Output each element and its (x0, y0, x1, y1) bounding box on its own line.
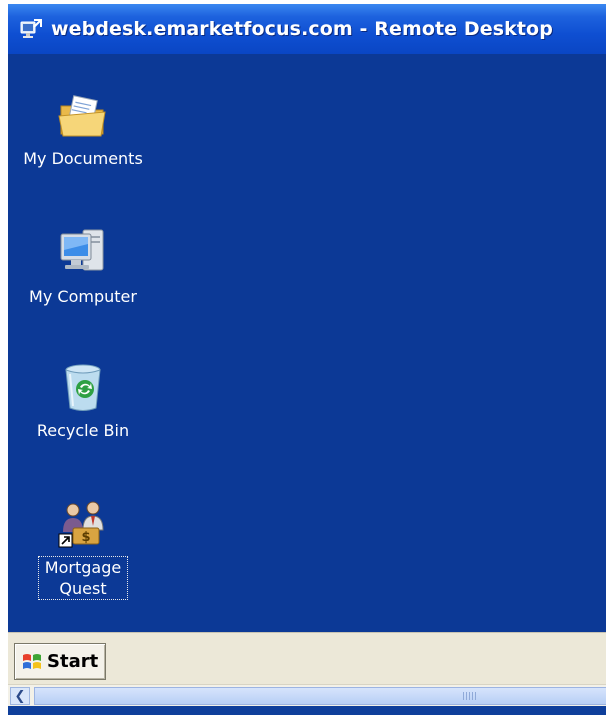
desktop-icon-label: My Computer (29, 287, 137, 306)
desktop-icon-my-computer[interactable]: My Computer (18, 226, 148, 308)
computer-icon (60, 229, 104, 271)
desktop-icon-recycle-bin[interactable]: Recycle Bin (18, 360, 148, 442)
desktop-icon-label: Mortgage Quest (38, 556, 128, 600)
desktop-icon-mortgage-quest[interactable]: $ Mortgage Quest (18, 498, 148, 600)
start-button[interactable]: Start (14, 643, 106, 680)
recycle-bin-icon (65, 364, 101, 411)
folder-documents-icon (58, 95, 106, 137)
scroll-grip (463, 692, 477, 700)
taskbar: Start (8, 632, 606, 685)
desktop-area[interactable]: My Documents My Computer Recycle Bin $ M… (8, 54, 606, 632)
scroll-thumb[interactable] (34, 687, 606, 705)
desktop-icon-label: Recycle Bin (36, 421, 130, 440)
window-bottom-edge (8, 706, 606, 715)
windows-flag-icon (23, 653, 41, 669)
scroll-left-arrow-icon[interactable]: ❮ (10, 687, 30, 705)
window-title: webdesk.emarketfocus.com - Remote Deskto… (51, 18, 553, 40)
window-titlebar[interactable]: webdesk.emarketfocus.com - Remote Deskto… (8, 4, 606, 54)
remote-desktop-window: webdesk.emarketfocus.com - Remote Deskto… (8, 4, 606, 715)
mortgage-quest-shortcut-icon: $ (58, 501, 104, 548)
desktop-icon-label: My Documents (23, 149, 143, 168)
svg-text:$: $ (81, 530, 90, 545)
desktop-icon-my-documents[interactable]: My Documents (18, 90, 148, 170)
horizontal-scrollbar[interactable]: ❮ (8, 684, 606, 707)
remote-desktop-icon (20, 19, 42, 38)
start-label: Start (47, 651, 99, 672)
